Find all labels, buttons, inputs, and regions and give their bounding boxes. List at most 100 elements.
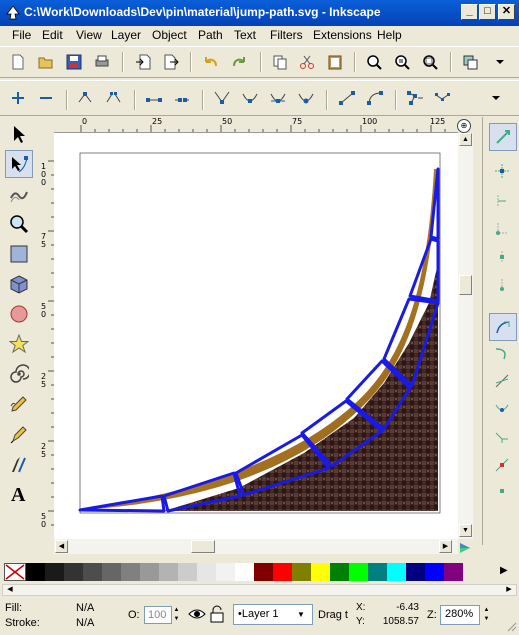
color-swatch[interactable] — [311, 563, 330, 581]
zoom-correction-icon[interactable]: ⊕ — [457, 119, 471, 133]
auto-node-icon[interactable] — [296, 88, 316, 108]
selector-tool-icon[interactable] — [5, 120, 33, 148]
snap-bbox-edge-icon[interactable] — [492, 191, 512, 211]
color-swatch[interactable] — [140, 563, 159, 581]
zoom-input[interactable]: 280% — [440, 605, 480, 625]
menu-layer[interactable]: Layer — [111, 28, 141, 42]
menu-edit[interactable]: Edit — [42, 28, 63, 42]
scroll-up-button[interactable]: ▲ — [459, 133, 472, 146]
snap-object-center-icon[interactable] — [492, 481, 512, 501]
join-segment-icon[interactable] — [144, 88, 164, 108]
stroke-to-path-icon[interactable] — [433, 88, 453, 108]
menu-file[interactable]: File — [12, 28, 31, 42]
tweak-tool-icon[interactable] — [5, 180, 33, 208]
redo-icon[interactable] — [229, 52, 249, 72]
menu-extensions[interactable]: Extensions — [313, 28, 372, 42]
zoom-page-icon[interactable] — [420, 52, 440, 72]
cusp-node-icon[interactable] — [212, 88, 232, 108]
color-swatch[interactable] — [406, 563, 425, 581]
more-icon[interactable] — [490, 52, 510, 72]
zoom-drawing-icon[interactable] — [392, 52, 412, 72]
scroll-right-button[interactable]: ▶ — [439, 540, 452, 553]
color-swatch[interactable] — [349, 563, 368, 581]
snap-cusp-icon[interactable] — [492, 399, 512, 419]
new-icon[interactable] — [8, 52, 28, 72]
snap-path-intersection-icon[interactable] — [492, 371, 512, 391]
snap-enable-icon[interactable] — [489, 123, 517, 151]
zoom-selection-icon[interactable] — [364, 52, 384, 72]
paste-icon[interactable] — [325, 52, 345, 72]
color-swatch[interactable] — [121, 563, 140, 581]
color-swatch[interactable] — [178, 563, 197, 581]
object-to-path-icon[interactable] — [405, 88, 425, 108]
palette-scroll-left[interactable]: ◀ — [3, 585, 17, 595]
snap-bbox-corner-icon[interactable] — [492, 219, 512, 239]
color-swatch[interactable] — [292, 563, 311, 581]
layer-lock-icon[interactable] — [210, 605, 224, 626]
copy-icon[interactable] — [270, 52, 290, 72]
vertical-ruler[interactable]: 1 0 0 7 5 5 0 2 5 2 5 5 0 — [40, 133, 55, 539]
layer-dropdown-icon[interactable]: ▼ — [297, 610, 305, 619]
menu-help[interactable]: Help — [377, 28, 402, 42]
snap-bbox-midpoint-icon[interactable] — [492, 247, 512, 267]
menu-text[interactable]: Text — [234, 28, 256, 42]
horizontal-scroll-thumb[interactable] — [191, 540, 215, 553]
pencil-tool-icon[interactable] — [5, 390, 33, 418]
symmetric-node-icon[interactable] — [268, 88, 288, 108]
color-swatch[interactable] — [83, 563, 102, 581]
color-swatch[interactable] — [368, 563, 387, 581]
menu-view[interactable]: View — [76, 28, 102, 42]
text-tool-icon[interactable]: A — [5, 480, 33, 508]
palette-more-icon[interactable]: ▶ — [500, 565, 512, 579]
3dbox-tool-icon[interactable] — [5, 270, 33, 298]
color-swatch[interactable] — [387, 563, 406, 581]
ellipse-tool-icon[interactable] — [5, 300, 33, 328]
save-icon[interactable] — [64, 52, 84, 72]
color-swatch[interactable] — [64, 563, 83, 581]
menu-path[interactable]: Path — [198, 28, 223, 42]
title-bar[interactable]: C:\Work\Downloads\Dev\pin\material\jump-… — [0, 0, 519, 26]
star-tool-icon[interactable] — [5, 330, 33, 358]
close-button[interactable]: ✕ — [498, 4, 515, 20]
stroke-value[interactable]: N/A — [76, 617, 94, 629]
scroll-down-button[interactable]: ▼ — [459, 524, 472, 537]
undo-icon[interactable] — [201, 52, 221, 72]
segment-line-icon[interactable] — [337, 88, 357, 108]
insert-node-icon[interactable] — [8, 88, 28, 108]
vertical-scroll-thumb[interactable] — [459, 275, 472, 295]
color-swatch[interactable] — [330, 563, 349, 581]
color-swatch[interactable] — [45, 563, 64, 581]
export-icon[interactable] — [161, 52, 181, 72]
segment-curve-icon[interactable] — [365, 88, 385, 108]
zoom-spinner[interactable]: ▲ ▼ — [482, 606, 491, 624]
overflow-icon[interactable] — [486, 88, 506, 108]
color-swatch[interactable] — [26, 563, 45, 581]
horizontal-ruler[interactable]: 0 25 50 75 100 125 — [54, 117, 458, 133]
menu-filters[interactable]: Filters — [270, 28, 303, 42]
opacity-input[interactable]: 100 — [144, 606, 172, 624]
color-swatch[interactable] — [216, 563, 235, 581]
color-swatch[interactable] — [102, 563, 121, 581]
zoom-tool-icon[interactable] — [5, 210, 33, 238]
spiral-tool-icon[interactable] — [5, 360, 33, 388]
color-swatch[interactable] — [273, 563, 292, 581]
import-icon[interactable] — [133, 52, 153, 72]
pen-tool-icon[interactable] — [5, 420, 33, 448]
snap-center-icon[interactable] — [492, 275, 512, 295]
color-swatch[interactable] — [444, 563, 463, 581]
cut-icon[interactable] — [297, 52, 317, 72]
delete-node-icon[interactable] — [36, 88, 56, 108]
horizontal-scrollbar[interactable]: ◀ ▶ — [54, 539, 458, 554]
color-manage-icon[interactable] — [458, 541, 472, 555]
minimize-button[interactable]: _ — [461, 4, 478, 20]
maximize-button[interactable]: □ — [479, 4, 496, 20]
node-tool-icon[interactable] — [5, 150, 33, 178]
scroll-left-button[interactable]: ◀ — [55, 540, 68, 553]
print-icon[interactable] — [92, 52, 112, 72]
palette-scroll-right[interactable]: ▶ — [502, 585, 516, 595]
rect-tool-icon[interactable] — [5, 240, 33, 268]
color-swatch[interactable] — [425, 563, 444, 581]
snap-smooth-icon[interactable] — [492, 427, 512, 447]
fill-value[interactable]: N/A — [76, 602, 94, 614]
snap-path-icon[interactable] — [492, 343, 512, 363]
